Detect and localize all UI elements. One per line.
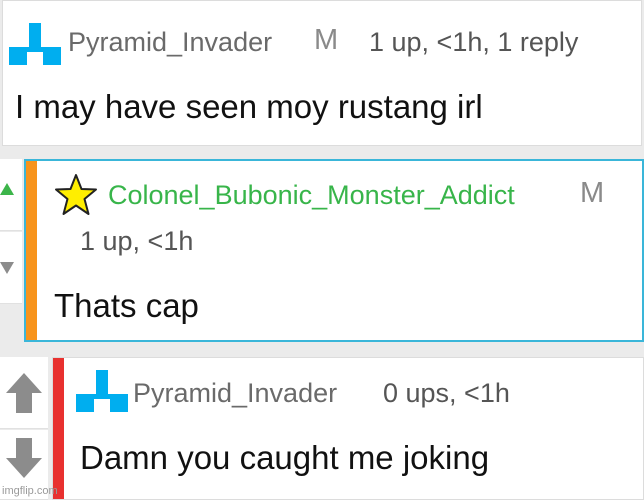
downvote-button[interactable]: [0, 232, 22, 304]
imgflip-watermark: imgflip.com: [2, 485, 58, 497]
mod-badge: M: [314, 24, 339, 56]
comment-card-highlighted: Colonel_Bubonic_Monster_Addict M 1 up, <…: [24, 159, 644, 342]
pyramid-invader-icon: [76, 370, 128, 412]
upvote-button[interactable]: [0, 357, 48, 429]
downvote-arrow-icon: [0, 262, 14, 274]
comment-username[interactable]: Colonel_Bubonic_Monster_Addict: [108, 180, 515, 211]
pyramid-invader-icon: [9, 23, 61, 65]
comment-text: Thats cap: [54, 287, 199, 324]
upvote-button[interactable]: [0, 159, 22, 231]
upvote-arrow-icon: [0, 183, 14, 195]
downvote-arrow-icon: [6, 438, 42, 478]
star-icon: [55, 174, 97, 215]
vote-gutter: [0, 357, 48, 500]
vote-gutter: [0, 159, 22, 342]
mod-badge: M: [580, 177, 605, 209]
comment-card: Pyramid_Invader M 1 up, <1h, 1 reply I m…: [2, 0, 642, 146]
comment-username[interactable]: Pyramid_Invader: [133, 378, 337, 409]
comment-meta: 0 ups, <1h: [383, 378, 510, 408]
reply-thread-strip: [53, 358, 64, 499]
reply-thread-strip: [26, 161, 37, 340]
comment-card: Pyramid_Invader 0 ups, <1h Damn you caug…: [52, 357, 644, 500]
comment-text: I may have seen moy rustang irl: [15, 88, 483, 125]
comment-meta: 1 up, <1h: [80, 226, 194, 256]
comment-text: Damn you caught me joking: [80, 439, 490, 476]
comment-meta: 1 up, <1h, 1 reply: [369, 27, 579, 57]
upvote-arrow-icon: [6, 373, 42, 413]
comment-username[interactable]: Pyramid_Invader: [68, 27, 272, 58]
